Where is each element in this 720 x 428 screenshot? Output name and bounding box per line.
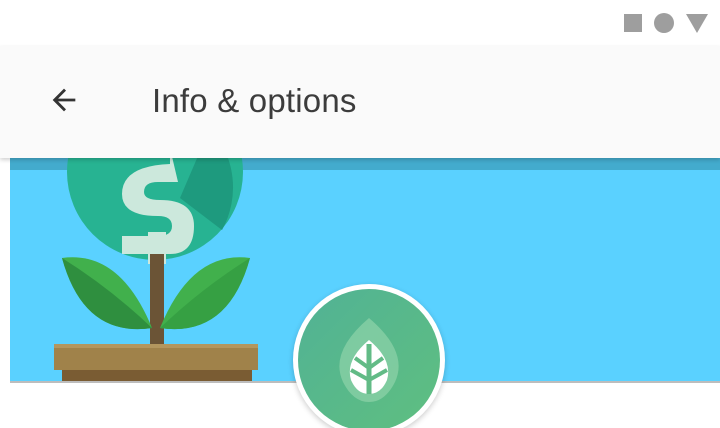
- triangle-icon: [686, 13, 708, 33]
- arrow-back-icon: [52, 88, 76, 112]
- leaf-icon: [339, 318, 399, 402]
- app-screen: Info & options: [0, 0, 720, 428]
- page-title: Info & options: [152, 82, 357, 119]
- app-icon: [293, 284, 445, 428]
- back-button[interactable]: [38, 74, 90, 126]
- status-bar: [0, 0, 720, 46]
- top-app-bar: Info & options: [0, 46, 720, 158]
- circle-icon: [654, 13, 674, 33]
- square-icon: [624, 14, 642, 32]
- app-icon-circle: [298, 289, 440, 428]
- status-icons: [624, 12, 708, 34]
